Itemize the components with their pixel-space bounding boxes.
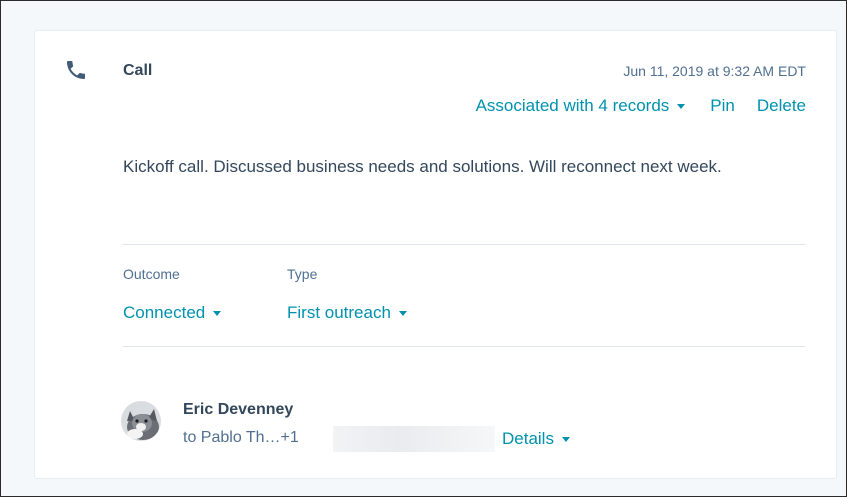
associations-label: Associated with 4 records bbox=[475, 96, 670, 115]
details-dropdown[interactable]: Details bbox=[502, 429, 570, 449]
redacted-phone-number bbox=[333, 426, 495, 452]
engagement-actions: Associated with 4 records Pin Delete bbox=[476, 96, 806, 116]
chevron-down-icon bbox=[213, 311, 222, 317]
engagement-timestamp: Jun 11, 2019 at 9:32 AM EDT bbox=[623, 63, 806, 79]
contact-name[interactable]: Eric Devenney bbox=[183, 401, 293, 419]
call-recipient: to Pablo Th…+1 bbox=[183, 429, 299, 446]
engagement-type-label: Call bbox=[123, 62, 153, 79]
chevron-down-icon bbox=[398, 311, 407, 317]
cat-avatar-icon bbox=[121, 401, 161, 441]
call-notes[interactable]: Kickoff call. Discussed business needs a… bbox=[123, 152, 783, 182]
associations-dropdown[interactable]: Associated with 4 records bbox=[476, 96, 686, 116]
outcome-value: Connected bbox=[123, 303, 206, 322]
divider bbox=[123, 244, 805, 245]
outcome-dropdown[interactable]: Connected bbox=[123, 303, 222, 323]
details-label: Details bbox=[502, 429, 554, 448]
phone-icon bbox=[67, 61, 85, 79]
call-type-value: First outreach bbox=[287, 303, 391, 322]
chevron-down-icon bbox=[677, 104, 686, 110]
chevron-down-icon bbox=[561, 437, 570, 443]
outcome-label: Outcome bbox=[123, 266, 180, 282]
pin-link[interactable]: Pin bbox=[710, 96, 735, 116]
avatar bbox=[121, 401, 161, 441]
call-type-label: Type bbox=[287, 266, 318, 282]
delete-link[interactable]: Delete bbox=[757, 96, 806, 116]
call-type-dropdown[interactable]: First outreach bbox=[287, 303, 407, 323]
divider bbox=[123, 346, 805, 347]
